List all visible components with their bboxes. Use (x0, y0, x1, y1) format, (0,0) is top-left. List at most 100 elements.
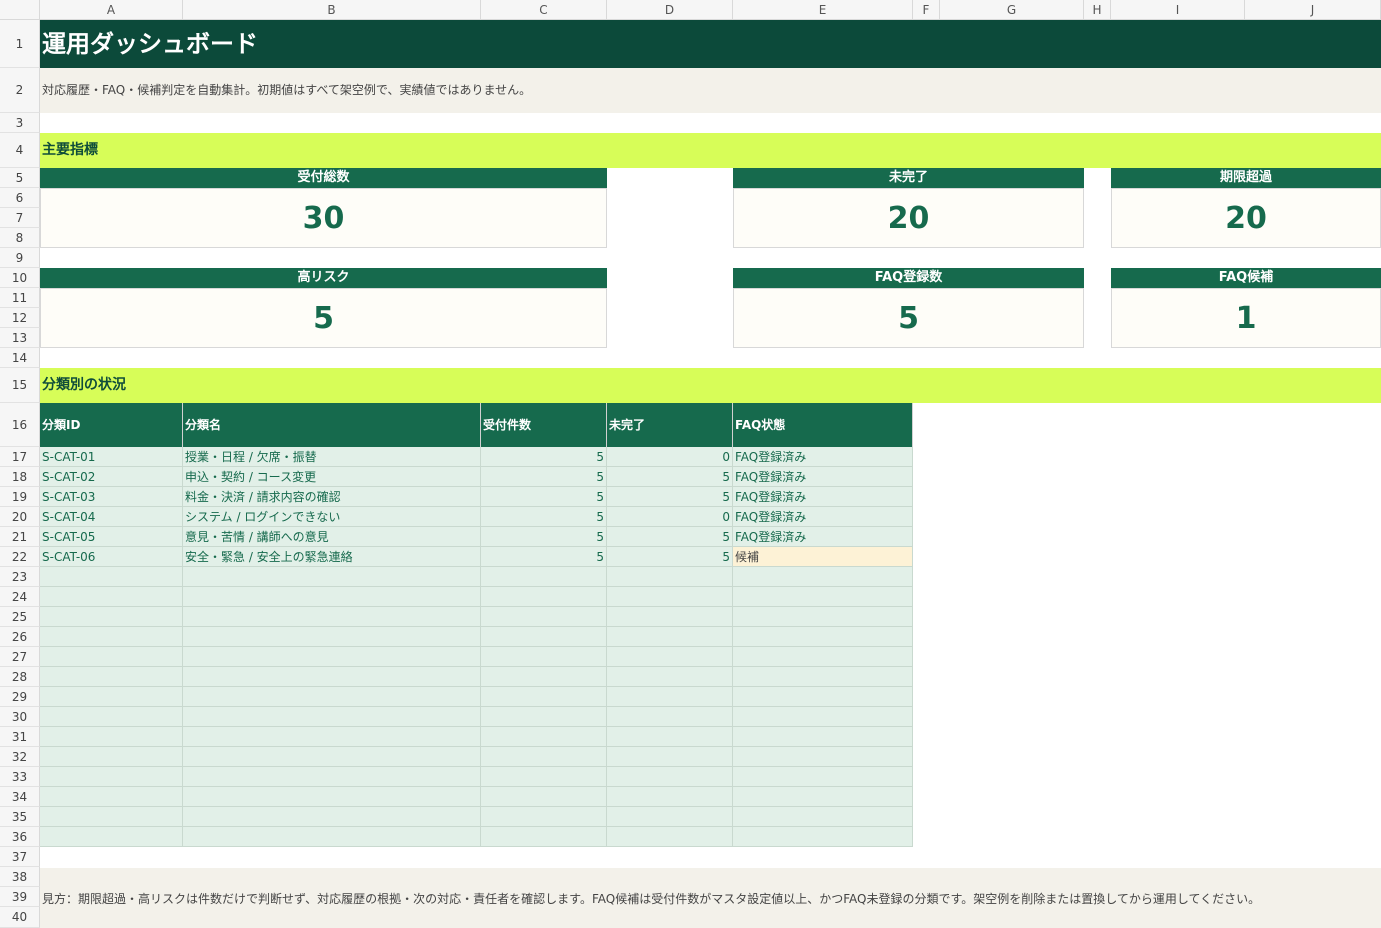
column-header-f[interactable]: F (913, 0, 940, 20)
table-header-count[interactable]: 受付件数 (481, 403, 607, 447)
table-cell-open[interactable]: 5 (607, 527, 733, 547)
table-cell-empty[interactable] (733, 607, 913, 627)
row-header[interactable]: 12 (0, 308, 40, 328)
row-header[interactable]: 15 (0, 368, 40, 403)
table-cell-empty[interactable] (183, 647, 481, 667)
table-cell-empty[interactable] (607, 627, 733, 647)
footer-note-area[interactable]: 見方：期限超過・高リスクは件数だけで判断せず、対応履歴の根拠・次の対応・責任者を… (40, 868, 1381, 928)
table-cell-empty[interactable] (607, 787, 733, 807)
table-header-name[interactable]: 分類名 (183, 403, 481, 447)
column-header-c[interactable]: C (481, 0, 607, 20)
table-cell-count[interactable]: 5 (481, 507, 607, 527)
kpi-section-header[interactable]: 主要指標 (40, 133, 1381, 168)
table-cell-id[interactable]: S-CAT-04 (40, 507, 183, 527)
row-header[interactable]: 13 (0, 328, 40, 348)
table-header-faq[interactable]: FAQ状態 (733, 403, 913, 447)
row-header[interactable]: 19 (0, 487, 40, 507)
table-cell-empty[interactable] (183, 667, 481, 687)
table-cell-empty[interactable] (733, 727, 913, 747)
table-cell-empty[interactable] (607, 587, 733, 607)
select-all-corner[interactable] (0, 0, 40, 20)
table-cell-open[interactable]: 0 (607, 447, 733, 467)
table-cell-empty[interactable] (40, 687, 183, 707)
table-cell-empty[interactable] (607, 807, 733, 827)
table-cell-faq-candidate[interactable]: 候補 (733, 547, 913, 567)
table-cell-id[interactable]: S-CAT-01 (40, 447, 183, 467)
row-header[interactable]: 14 (0, 348, 40, 368)
table-header-open[interactable]: 未完了 (607, 403, 733, 447)
table-cell-empty[interactable] (607, 707, 733, 727)
table-cell-empty[interactable] (40, 607, 183, 627)
column-header-e[interactable]: E (733, 0, 913, 20)
row-header[interactable]: 16 (0, 403, 40, 447)
table-cell-empty[interactable] (183, 687, 481, 707)
table-cell-empty[interactable] (733, 747, 913, 767)
table-cell-empty[interactable] (607, 567, 733, 587)
table-cell-empty[interactable] (40, 587, 183, 607)
table-cell-open[interactable]: 5 (607, 467, 733, 487)
row-header[interactable]: 9 (0, 248, 40, 268)
table-cell-empty[interactable] (733, 587, 913, 607)
table-cell-faq[interactable]: FAQ登録済み (733, 527, 913, 547)
table-cell-empty[interactable] (733, 807, 913, 827)
table-cell-empty[interactable] (607, 687, 733, 707)
row-header[interactable]: 37 (0, 847, 40, 867)
table-cell-empty[interactable] (481, 587, 607, 607)
table-cell-empty[interactable] (40, 707, 183, 727)
kpi-card-high-risk[interactable]: 高リスク 5 (40, 268, 607, 348)
table-cell-empty[interactable] (733, 787, 913, 807)
row-header[interactable]: 22 (0, 547, 40, 567)
table-cell-empty[interactable] (481, 727, 607, 747)
row-header[interactable]: 26 (0, 627, 40, 647)
table-cell-open[interactable]: 5 (607, 547, 733, 567)
kpi-card-overdue[interactable]: 期限超過 20 (1111, 168, 1381, 248)
table-cell-empty[interactable] (40, 667, 183, 687)
table-cell-empty[interactable] (733, 647, 913, 667)
row-header[interactable]: 31 (0, 727, 40, 747)
column-header-g[interactable]: G (940, 0, 1084, 20)
table-cell-empty[interactable] (481, 567, 607, 587)
row-header[interactable]: 35 (0, 807, 40, 827)
dashboard-title[interactable]: 運用ダッシュボード (40, 20, 1381, 68)
row-header[interactable]: 11 (0, 288, 40, 308)
row-header[interactable]: 17 (0, 447, 40, 467)
table-cell-empty[interactable] (183, 587, 481, 607)
kpi-card-faq-registered[interactable]: FAQ登録数 5 (733, 268, 1084, 348)
table-cell-count[interactable]: 5 (481, 487, 607, 507)
table-cell-empty[interactable] (733, 827, 913, 847)
table-cell-empty[interactable] (40, 567, 183, 587)
table-cell-empty[interactable] (607, 647, 733, 667)
row-header[interactable]: 36 (0, 827, 40, 847)
table-cell-empty[interactable] (607, 767, 733, 787)
table-cell-empty[interactable] (481, 807, 607, 827)
row-header[interactable]: 21 (0, 527, 40, 547)
table-header-id[interactable]: 分類ID (40, 403, 183, 447)
table-cell-faq[interactable]: FAQ登録済み (733, 447, 913, 467)
table-cell-empty[interactable] (183, 747, 481, 767)
row-header[interactable]: 24 (0, 587, 40, 607)
table-cell-name[interactable]: システム / ログインできない (183, 507, 481, 527)
row-header[interactable]: 10 (0, 268, 40, 288)
column-header-b[interactable]: B (183, 0, 481, 20)
table-cell-empty[interactable] (481, 647, 607, 667)
table-cell-empty[interactable] (183, 727, 481, 747)
row-header[interactable]: 28 (0, 667, 40, 687)
row-header[interactable]: 23 (0, 567, 40, 587)
row-header[interactable]: 7 (0, 208, 40, 228)
table-cell-empty[interactable] (481, 607, 607, 627)
table-cell-empty[interactable] (40, 787, 183, 807)
table-cell-empty[interactable] (183, 607, 481, 627)
table-cell-empty[interactable] (481, 747, 607, 767)
column-header-i[interactable]: I (1111, 0, 1245, 20)
table-cell-name[interactable]: 安全・緊急 / 安全上の緊急連絡 (183, 547, 481, 567)
table-cell-faq[interactable]: FAQ登録済み (733, 487, 913, 507)
table-cell-count[interactable]: 5 (481, 467, 607, 487)
column-header-h[interactable]: H (1084, 0, 1111, 20)
table-cell-empty[interactable] (183, 827, 481, 847)
table-cell-count[interactable]: 5 (481, 447, 607, 467)
table-cell-id[interactable]: S-CAT-06 (40, 547, 183, 567)
column-header-d[interactable]: D (607, 0, 733, 20)
table-cell-open[interactable]: 5 (607, 487, 733, 507)
kpi-card-open[interactable]: 未完了 20 (733, 168, 1084, 248)
table-cell-empty[interactable] (481, 627, 607, 647)
